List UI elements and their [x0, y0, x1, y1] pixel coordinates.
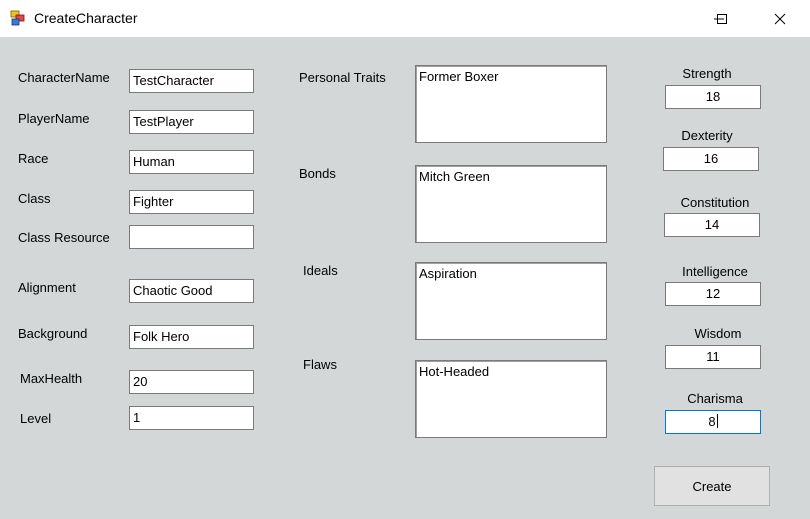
create-button[interactable]: Create [654, 466, 770, 506]
charisma-field[interactable]: 8 [665, 410, 761, 434]
constitution-label: Constitution [680, 195, 750, 210]
ideals-label: Ideals [303, 263, 338, 278]
class-field[interactable]: Fighter [129, 190, 254, 214]
max-health-field[interactable]: 20 [129, 370, 254, 394]
background-label: Background [18, 326, 88, 341]
max-health-label: MaxHealth [20, 371, 83, 386]
wisdom-label: Wisdom [694, 326, 742, 341]
dexterity-field[interactable]: 16 [663, 147, 759, 171]
class-resource-label: Class Resource [18, 230, 110, 245]
bonds-label: Bonds [299, 166, 336, 181]
text-caret [716, 414, 718, 428]
level-field[interactable]: 1 [129, 406, 254, 430]
close-button[interactable] [757, 0, 803, 37]
alignment-field[interactable]: Chaotic Good [129, 279, 254, 303]
dexterity-label: Dexterity [681, 128, 733, 143]
player-name-label: PlayerName [18, 111, 90, 126]
app-icon [10, 10, 25, 26]
background-field[interactable]: Folk Hero [129, 325, 254, 349]
strength-field[interactable]: 18 [665, 85, 761, 109]
character-name-label: CharacterName [18, 70, 110, 85]
charisma-label: Charisma [687, 391, 743, 406]
intelligence-label: Intelligence [682, 264, 748, 279]
level-label: Level [20, 411, 52, 426]
race-label: Race [18, 151, 49, 166]
ideals-textarea[interactable]: Aspiration [415, 262, 607, 340]
maximize-button[interactable] [699, 0, 745, 37]
character-name-field[interactable]: TestCharacter [129, 69, 254, 93]
alignment-label: Alignment [18, 280, 76, 295]
class-resource-field[interactable] [129, 225, 254, 249]
maximize-icon [717, 13, 727, 24]
bonds-textarea[interactable]: Mitch Green [415, 165, 607, 243]
title-bar: CreateCharacter [0, 0, 810, 37]
flaws-label: Flaws [303, 357, 337, 372]
race-field[interactable]: Human [129, 150, 254, 174]
charisma-value: 8 [708, 414, 716, 429]
window-title: CreateCharacter [34, 10, 138, 26]
personal-traits-textarea[interactable]: Former Boxer [415, 65, 607, 143]
player-name-field[interactable]: TestPlayer [129, 110, 254, 134]
personal-traits-label: Personal Traits [299, 70, 386, 85]
class-label: Class [18, 191, 51, 206]
create-button-label: Create [692, 478, 732, 494]
flaws-textarea[interactable]: Hot-Headed [415, 360, 607, 438]
strength-label: Strength [682, 66, 732, 81]
wisdom-field[interactable]: 11 [665, 345, 761, 369]
close-icon [774, 13, 786, 24]
constitution-field[interactable]: 14 [664, 213, 760, 237]
intelligence-field[interactable]: 12 [665, 282, 761, 306]
